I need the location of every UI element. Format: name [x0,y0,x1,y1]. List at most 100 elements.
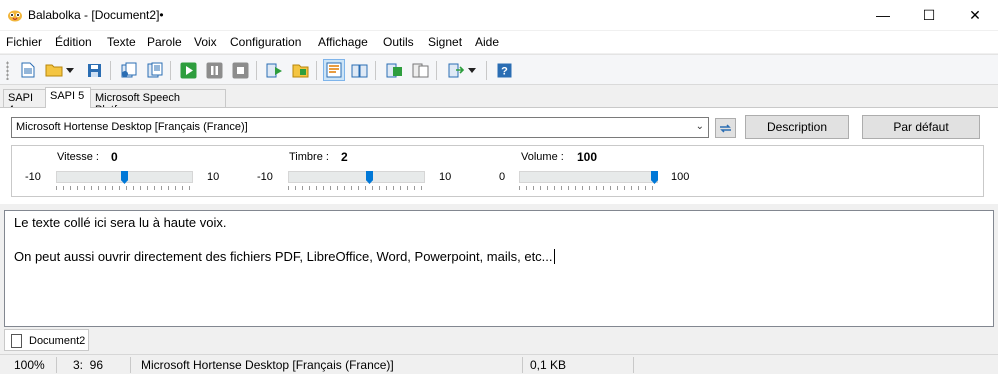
document-icon [11,334,22,348]
menu-bar: Fichier Édition Texte Parole Voix Config… [0,31,998,53]
toolbar-separator [436,61,437,80]
document-tab-label: Document2 [29,335,86,347]
toolbar: ? [0,54,998,85]
tab-microsoft-speech-platform[interactable]: Microsoft Speech Platform [90,89,226,116]
volume-slider-track[interactable] [519,171,658,183]
dropdown-arrow-icon [66,67,74,73]
pitch-min: -10 [257,171,273,183]
menu-aide[interactable]: Aide [475,35,499,49]
voice-settings-button[interactable] [384,60,404,80]
status-separator [56,357,57,373]
speak-file-icon [147,62,162,77]
status-size: 0,1 KB [530,358,567,372]
read-file-button[interactable] [290,60,310,80]
play-icon [180,62,196,78]
engine-tabstrip: SAPI 4 SAPI 5 Microsoft Speech Platform [0,87,998,116]
menu-signet[interactable]: Signet [428,35,462,49]
svg-text:?: ? [501,65,508,77]
editor-line-1: Le texte collé ici sera lu à haute voix. [14,215,227,230]
maximize-icon: ☐ [922,6,936,23]
description-button[interactable]: Description [745,115,849,139]
convert-icon [448,63,464,77]
rate-slider-ticks [56,186,193,190]
open-dropdown-button[interactable] [64,60,76,80]
swap-voice-button[interactable] [715,118,736,138]
read-selection-button[interactable] [264,60,284,80]
convert-button[interactable] [446,60,466,80]
rate-value: 0 [111,150,118,164]
new-file-icon [21,62,35,78]
status-position: 3: 96 [73,358,104,372]
toolbar-separator [170,61,171,80]
status-bar: 100% 3: 96 Microsoft Hortense Desktop [F… [0,354,998,374]
voice-select[interactable]: Microsoft Hortense Desktop [Français (Fr… [11,117,709,138]
convert-dropdown-button[interactable] [466,60,478,80]
menu-affichage[interactable]: Affichage [318,35,368,49]
menu-texte[interactable]: Texte [107,35,136,49]
toolbar-separator [110,61,111,80]
save-button[interactable] [84,60,104,80]
editor-line-2: On peut aussi ouvrir directement des fic… [14,249,555,264]
speak-clipboard-button[interactable] [118,60,138,80]
play-button[interactable] [178,60,198,80]
toolbar-separator [486,61,487,80]
window-title: Balabolka - [Document2]• [28,8,164,22]
help-button[interactable]: ? [494,60,514,80]
balabolka-parrot-icon [8,10,22,22]
default-button[interactable]: Par défaut [862,115,980,139]
volume-label: Volume : [521,151,564,163]
pitch-value: 2 [341,150,348,164]
stop-icon [232,62,248,78]
menu-configuration[interactable]: Configuration [230,35,301,49]
pitch-slider-track[interactable] [288,171,425,183]
menu-parole[interactable]: Parole [147,35,182,49]
maximize-button[interactable]: ☐ [906,0,952,30]
stop-button[interactable] [230,60,250,80]
speak-clipboard-icon [121,62,136,77]
pitch-slider-ticks [288,186,425,190]
show-text-icon [326,62,342,78]
text-caret [553,249,555,264]
voice-settings-icon [386,63,402,77]
voice-list-button[interactable] [410,60,430,80]
pause-icon [206,62,222,78]
rate-max: 10 [207,171,220,183]
status-separator [522,357,523,373]
menu-edition[interactable]: Édition [55,35,92,49]
refresh-arrows-icon [720,123,731,133]
tab-sapi4[interactable]: SAPI 4 [3,89,46,116]
minimize-button[interactable]: — [860,0,906,30]
open-file-button[interactable] [44,60,64,80]
menu-voix[interactable]: Voix [194,35,217,49]
pause-button[interactable] [204,60,224,80]
toolbar-separator [316,61,317,80]
show-book-button[interactable] [349,60,369,80]
save-icon [87,63,101,77]
menu-fichier[interactable]: Fichier [6,35,42,49]
status-voice: Microsoft Hortense Desktop [Français (Fr… [141,358,394,372]
show-book-icon [351,64,367,77]
rate-min: -10 [25,171,41,183]
voice-select-value: Microsoft Hortense Desktop [Français (Fr… [16,121,248,133]
text-editor[interactable]: Le texte collé ici sera lu à haute voix.… [4,210,994,327]
speak-file-button[interactable] [144,60,164,80]
toolbar-grip[interactable] [6,61,9,80]
show-text-button[interactable] [323,59,345,81]
minimize-icon: — [876,7,890,23]
tab-sapi5[interactable]: SAPI 5 [45,87,91,108]
chevron-down-icon: ⌄ [695,121,704,132]
help-icon: ? [497,63,511,77]
read-file-icon [292,64,308,77]
status-separator [130,357,131,373]
rate-label: Vitesse : [57,151,99,163]
volume-min: 0 [499,171,506,183]
voice-list-icon [412,63,428,77]
menu-outils[interactable]: Outils [383,35,414,49]
document-tab[interactable]: Document2 [4,329,89,351]
status-zoom: 100% [14,358,45,372]
status-separator [633,357,634,373]
volume-max: 100 [671,171,690,183]
toolbar-separator [375,61,376,80]
close-button[interactable]: ✕ [952,0,998,30]
new-file-button[interactable] [18,60,38,80]
